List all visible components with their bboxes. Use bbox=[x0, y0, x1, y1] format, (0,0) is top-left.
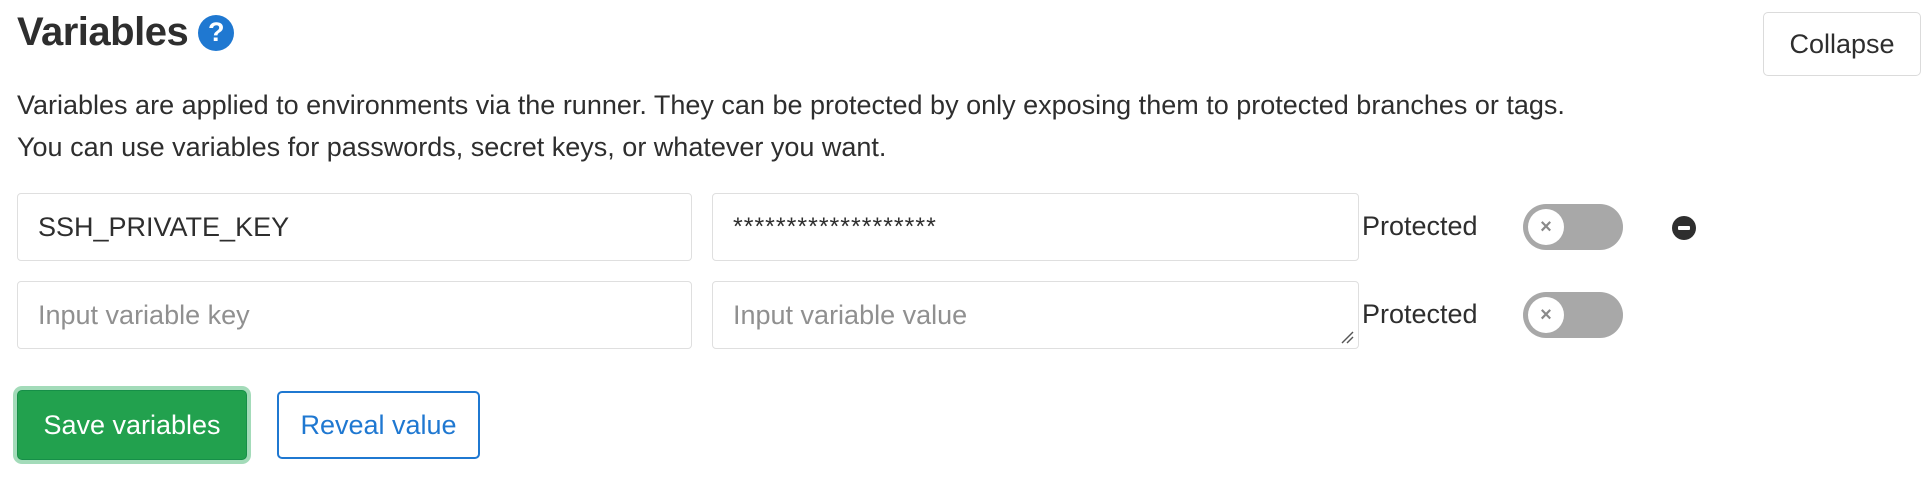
close-icon: × bbox=[1528, 209, 1564, 245]
variable-value-placeholder: Input variable value bbox=[733, 299, 968, 330]
resize-handle-icon[interactable] bbox=[1340, 330, 1354, 344]
protected-toggle[interactable]: × bbox=[1523, 292, 1623, 338]
protected-label: Protected bbox=[1362, 299, 1478, 329]
description-line-2: You can use variables for passwords, sec… bbox=[17, 132, 887, 162]
collapse-button[interactable]: Collapse bbox=[1763, 12, 1921, 76]
protected-toggle[interactable]: × bbox=[1523, 204, 1623, 250]
variable-key-input[interactable]: SSH_PRIVATE_KEY bbox=[17, 193, 692, 261]
variable-row: SSH_PRIVATE_KEY ******************* Prot… bbox=[17, 193, 1737, 261]
section-header: Variables ? bbox=[17, 10, 235, 55]
section-description: Variables are applied to environments vi… bbox=[17, 84, 1565, 168]
variables-settings-section: Variables ? Collapse Variables are appli… bbox=[0, 0, 1926, 484]
close-icon: × bbox=[1528, 297, 1564, 333]
variable-value-input[interactable]: Input variable value bbox=[712, 281, 1359, 349]
protected-label: Protected bbox=[1362, 211, 1478, 241]
question-circle-icon[interactable]: ? bbox=[198, 14, 235, 51]
description-line-1: Variables are applied to environments vi… bbox=[17, 90, 1565, 120]
save-variables-button[interactable]: Save variables bbox=[17, 390, 247, 460]
reveal-value-button[interactable]: Reveal value bbox=[277, 391, 480, 459]
variable-value-input[interactable]: ******************* bbox=[712, 193, 1359, 261]
variable-row-new: Input variable key Input variable value … bbox=[17, 281, 1737, 349]
section-title: Variables bbox=[17, 10, 189, 54]
minus-circle-icon[interactable] bbox=[1672, 216, 1696, 240]
variable-key-input[interactable]: Input variable key bbox=[17, 281, 692, 349]
form-actions: Save variables Reveal value bbox=[17, 390, 480, 460]
